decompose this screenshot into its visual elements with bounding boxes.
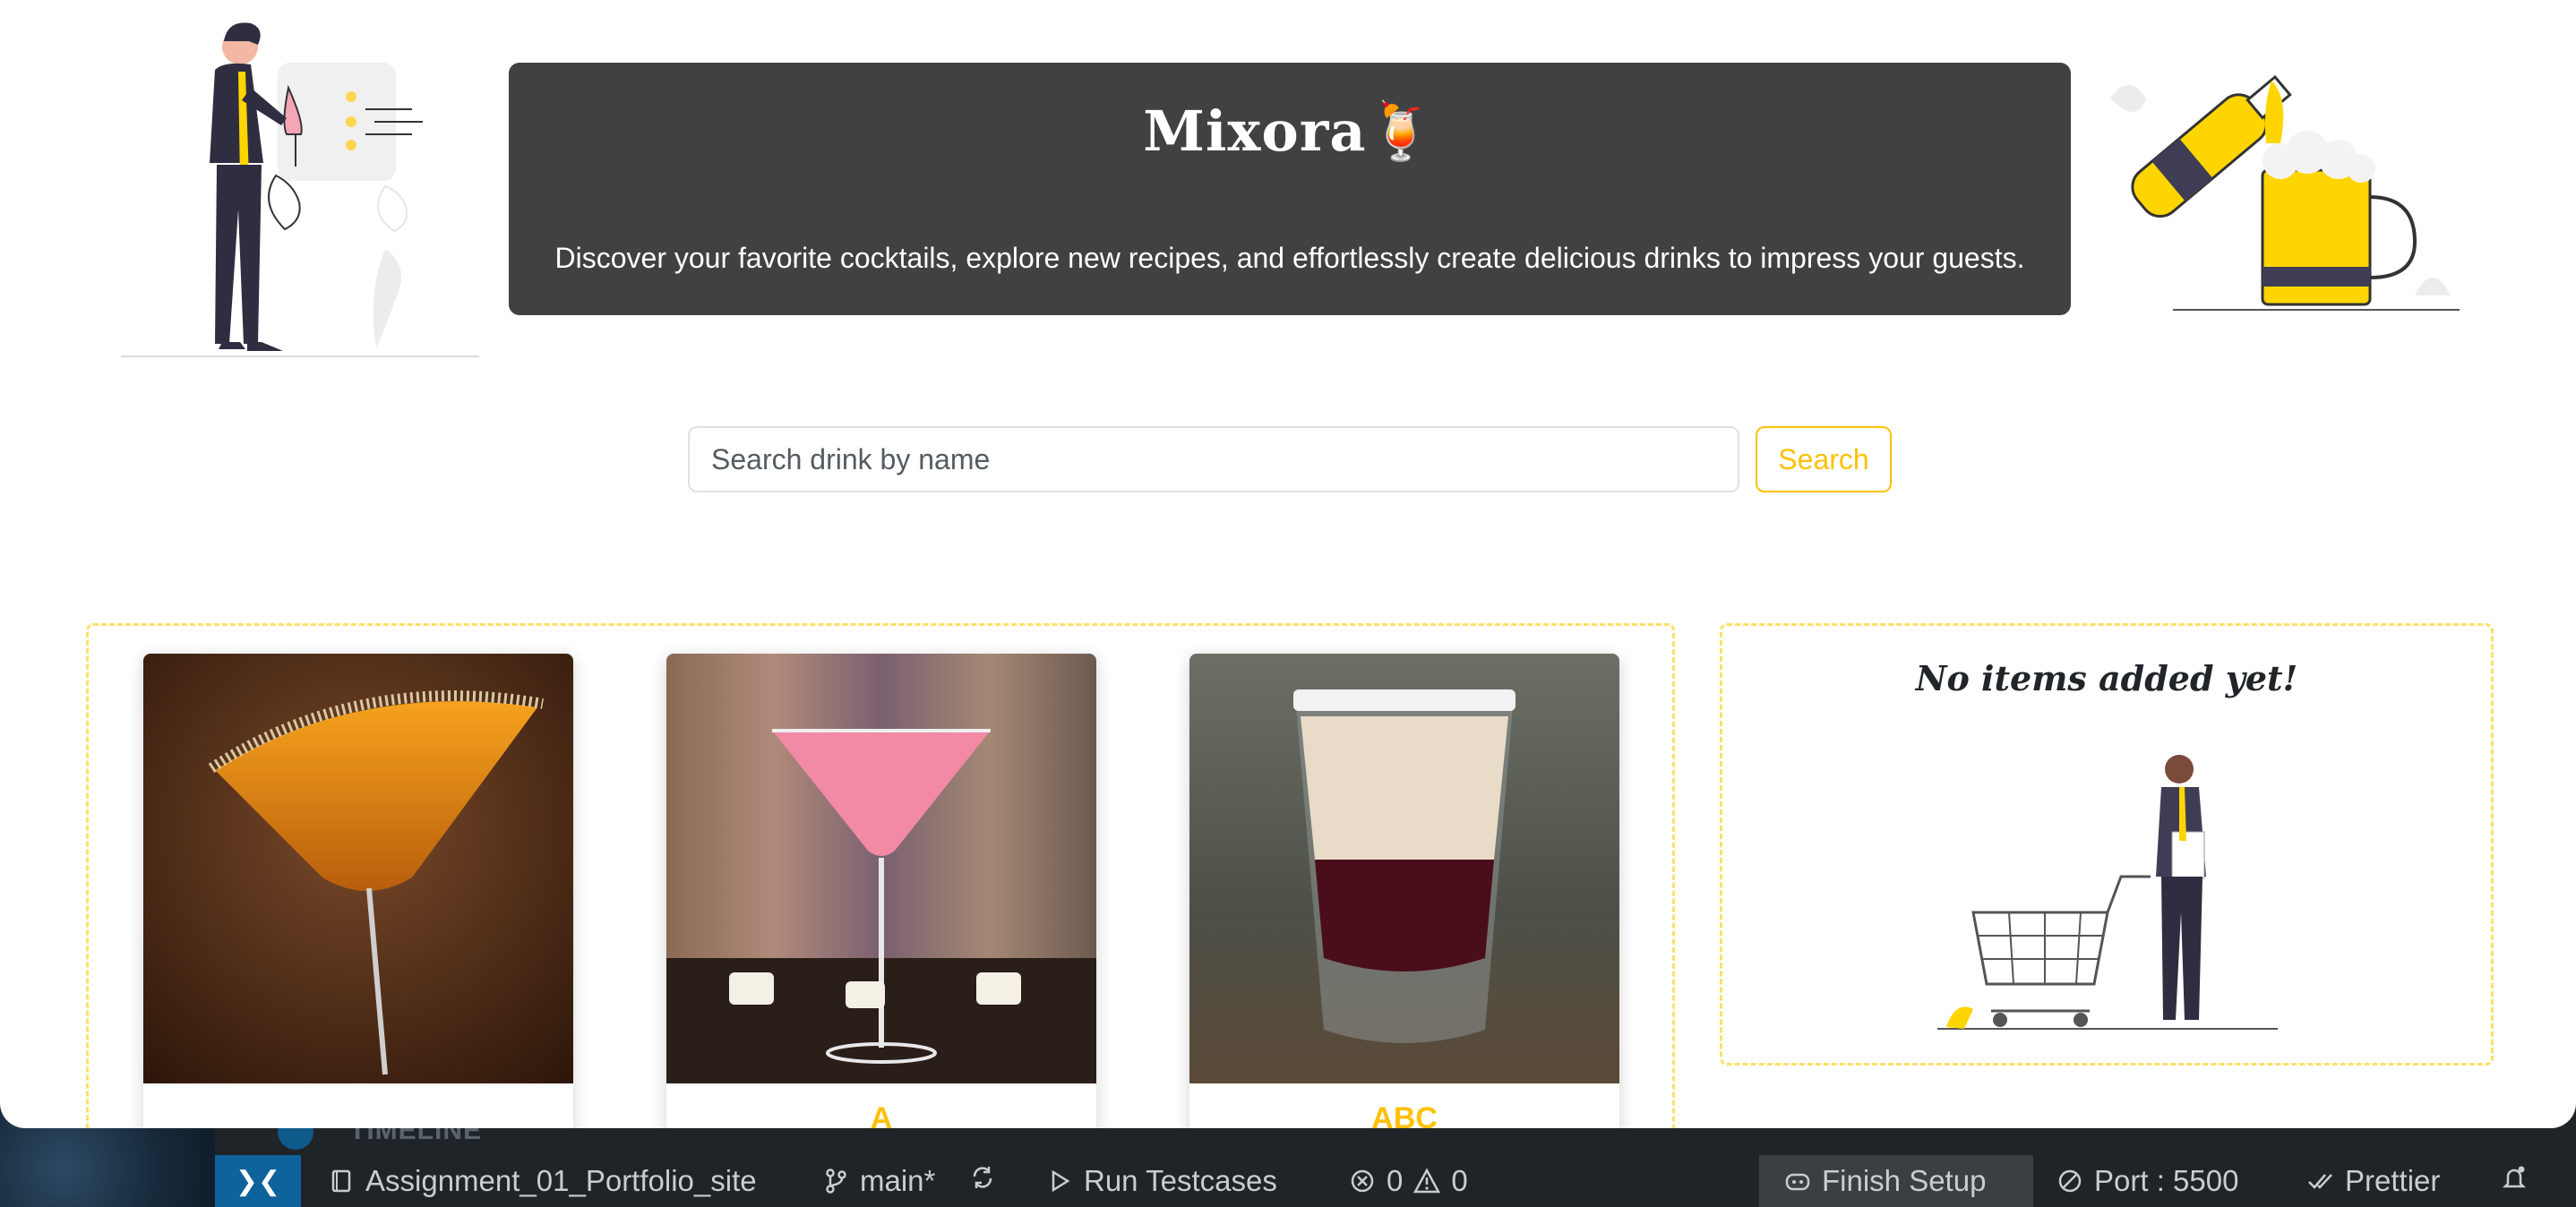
search-input[interactable] bbox=[688, 426, 1739, 492]
prettier-label: Prettier bbox=[2345, 1164, 2441, 1197]
notifications-button[interactable] bbox=[2501, 1164, 2528, 1191]
drink-name[interactable]: ABC bbox=[1189, 1101, 1619, 1128]
hero-tagline: Find it. Mix it. Love it! bbox=[1167, 315, 1413, 344]
site-title: Mixora🍹 bbox=[1143, 98, 1437, 164]
drink-card[interactable]: A bbox=[666, 654, 1096, 1128]
branch-name: main* bbox=[860, 1164, 936, 1197]
remote-indicator-button[interactable]: ❯❮ bbox=[215, 1155, 301, 1207]
orange-martini-photo bbox=[143, 654, 573, 1083]
finish-setup-button[interactable]: Finish Setup bbox=[1759, 1155, 2033, 1207]
problems-indicator[interactable]: 0 0 bbox=[1349, 1164, 1468, 1198]
port-label: Port : 5500 bbox=[2094, 1164, 2239, 1197]
run-testcases-button[interactable]: Run Testcases bbox=[1046, 1164, 1277, 1198]
cart-panel: No items added yet! bbox=[1720, 623, 2494, 1066]
no-entry-icon bbox=[2058, 1169, 2082, 1193]
warning-icon bbox=[1413, 1168, 1441, 1194]
hero-banner: Mixora🍹 Discover your favorite cocktails… bbox=[509, 63, 2071, 344]
project-name: Assignment_01_Portfolio_site bbox=[365, 1164, 757, 1197]
play-icon bbox=[1052, 1169, 1070, 1193]
drink-card[interactable] bbox=[143, 654, 573, 1128]
pink-martini-photo bbox=[666, 654, 1096, 1083]
layered-shot-photo bbox=[1189, 654, 1619, 1083]
browser-page: Mixora🍹 Discover your favorite cocktails… bbox=[0, 0, 2576, 1128]
error-count: 0 bbox=[1387, 1164, 1404, 1197]
bell-icon bbox=[2502, 1166, 2527, 1188]
prettier-button[interactable]: Prettier bbox=[2307, 1164, 2440, 1198]
double-check-icon bbox=[2308, 1174, 2332, 1189]
shopping-cart-illustration bbox=[1937, 755, 2278, 1030]
copilot-icon bbox=[1785, 1173, 1810, 1191]
drink-name[interactable]: A bbox=[666, 1101, 1096, 1128]
repo-icon bbox=[331, 1169, 351, 1193]
branch-indicator[interactable]: main* bbox=[822, 1164, 935, 1198]
live-server-port-button[interactable]: Port : 5500 bbox=[2057, 1164, 2238, 1198]
finish-setup-label: Finish Setup bbox=[1822, 1164, 1987, 1197]
wine-tasting-illustration bbox=[121, 22, 479, 357]
run-testcases-label: Run Testcases bbox=[1084, 1164, 1277, 1197]
drink-card[interactable]: ABC bbox=[1189, 654, 1619, 1128]
sync-icon bbox=[973, 1167, 992, 1188]
sync-button[interactable] bbox=[969, 1164, 996, 1191]
warning-count: 0 bbox=[1451, 1164, 1468, 1197]
cart-empty-message: No items added yet! bbox=[1915, 658, 2298, 698]
editor-statusbar: ❯❮ Assignment_01_Portfolio_site main* Ru… bbox=[215, 1155, 2576, 1207]
hero-description: Discover your favorite cocktails, explor… bbox=[554, 242, 2025, 274]
project-indicator[interactable]: Assignment_01_Portfolio_site bbox=[328, 1164, 757, 1198]
error-icon bbox=[1351, 1169, 1374, 1193]
search-button[interactable]: Search bbox=[1756, 426, 1892, 492]
beer-pour-illustration bbox=[2110, 74, 2460, 311]
git-branch-icon bbox=[826, 1168, 846, 1194]
remote-icon: ❯❮ bbox=[235, 1166, 281, 1196]
